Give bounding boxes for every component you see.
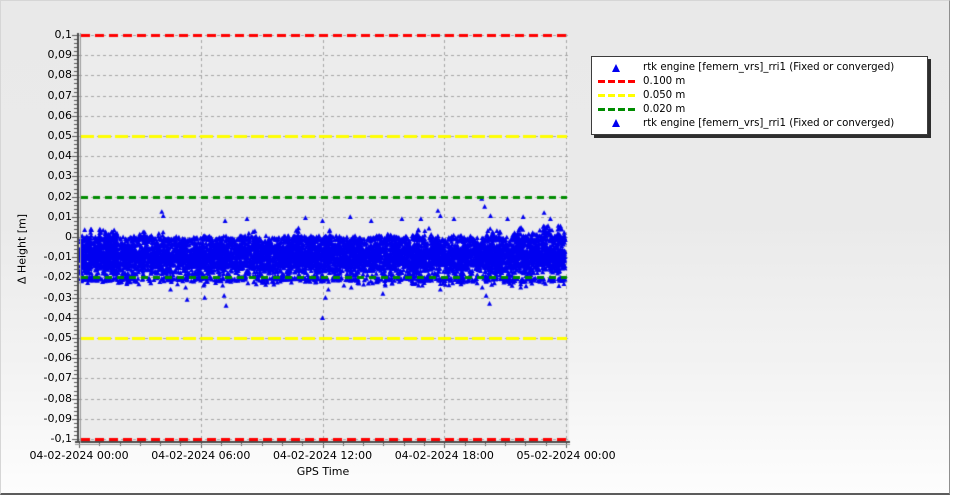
y-tick-label: 0,08: [47, 68, 73, 82]
legend-box[interactable]: rtk engine [femern_vrs]_rri1 (Fixed or c…: [591, 56, 928, 135]
y-tick-label: 0,07: [47, 88, 73, 102]
x-tick-label: 04-02-2024 18:00: [394, 449, 494, 462]
y-tick-label: -0,09: [43, 411, 72, 425]
y-tick-label: 0,02: [47, 189, 73, 203]
x-axis-title: GPS Time: [296, 465, 350, 478]
y-tick-label: -0,02: [43, 270, 72, 284]
y-tick-label: -0,1: [50, 432, 72, 445]
dash-line-icon: [597, 80, 635, 84]
chart-panel: 0,1 0,09 0,08 0,07 0,06 0,05 0,04 0,03 0,02 0,01 0…: [0, 0, 950, 495]
triangle-marker-icon: [597, 119, 635, 128]
legend-entry-label: rtk engine [femern_vrs]_rri1 (Fixed or c…: [643, 62, 895, 74]
y-tick-label: -0,03: [43, 290, 72, 304]
y-tick-label: -0,04: [43, 310, 72, 324]
x-tick-label: 05-02-2024 00:00: [516, 449, 616, 462]
legend-entry[interactable]: 0.020 m: [597, 102, 922, 116]
y-tick-label: -0,08: [43, 391, 72, 405]
x-tick-label: 04-02-2024 06:00: [151, 449, 251, 462]
y-tick-label: 0,06: [47, 108, 73, 122]
legend-entry[interactable]: rtk engine [femern_vrs]_rri1 (Fixed or c…: [597, 116, 922, 130]
y-tick-label: -0,01: [43, 250, 72, 264]
legend-entry[interactable]: 0.050 m: [597, 89, 922, 103]
dash-line-icon: [597, 107, 635, 111]
y-tick-label: 0,09: [47, 48, 73, 62]
y-tick-label: 0,05: [47, 129, 73, 142]
y-tick-label: 0,1: [54, 28, 73, 41]
y-tick-label: 0: [65, 230, 72, 243]
y-tick-label: 0,03: [47, 169, 73, 183]
legend-entry-label: 0.100 m: [643, 76, 686, 88]
triangle-marker-icon: [597, 63, 635, 72]
legend-entry-label: 0.050 m: [643, 89, 686, 101]
triangle-marker-icon: [612, 119, 620, 128]
y-tick-label: 0,01: [47, 209, 73, 223]
legend-entry[interactable]: rtk engine [femern_vrs]_rri1 (Fixed or c…: [597, 61, 922, 75]
y-tick-label: -0,05: [43, 331, 72, 344]
x-tick-label: 04-02-2024 00:00: [29, 449, 129, 462]
dash-line-icon: [597, 80, 635, 84]
dash-line-icon: [597, 107, 635, 111]
legend-entry[interactable]: 0.100 m: [597, 75, 922, 89]
y-tick-label: 0,04: [47, 149, 73, 163]
x-tick-label: 04-02-2024 12:00: [272, 449, 373, 462]
dash-line-icon: [597, 93, 635, 97]
y-tick-label: -0,06: [43, 351, 72, 365]
legend-entry-label: 0.020 m: [643, 103, 686, 115]
y-tick-label: -0,07: [43, 371, 72, 385]
triangle-marker-icon: [612, 63, 620, 72]
y-axis-title: Δ Height [m]: [15, 213, 29, 285]
legend-entry-label: rtk engine [femern_vrs]_rri1 (Fixed or c…: [643, 117, 895, 129]
dash-line-icon: [597, 93, 635, 97]
